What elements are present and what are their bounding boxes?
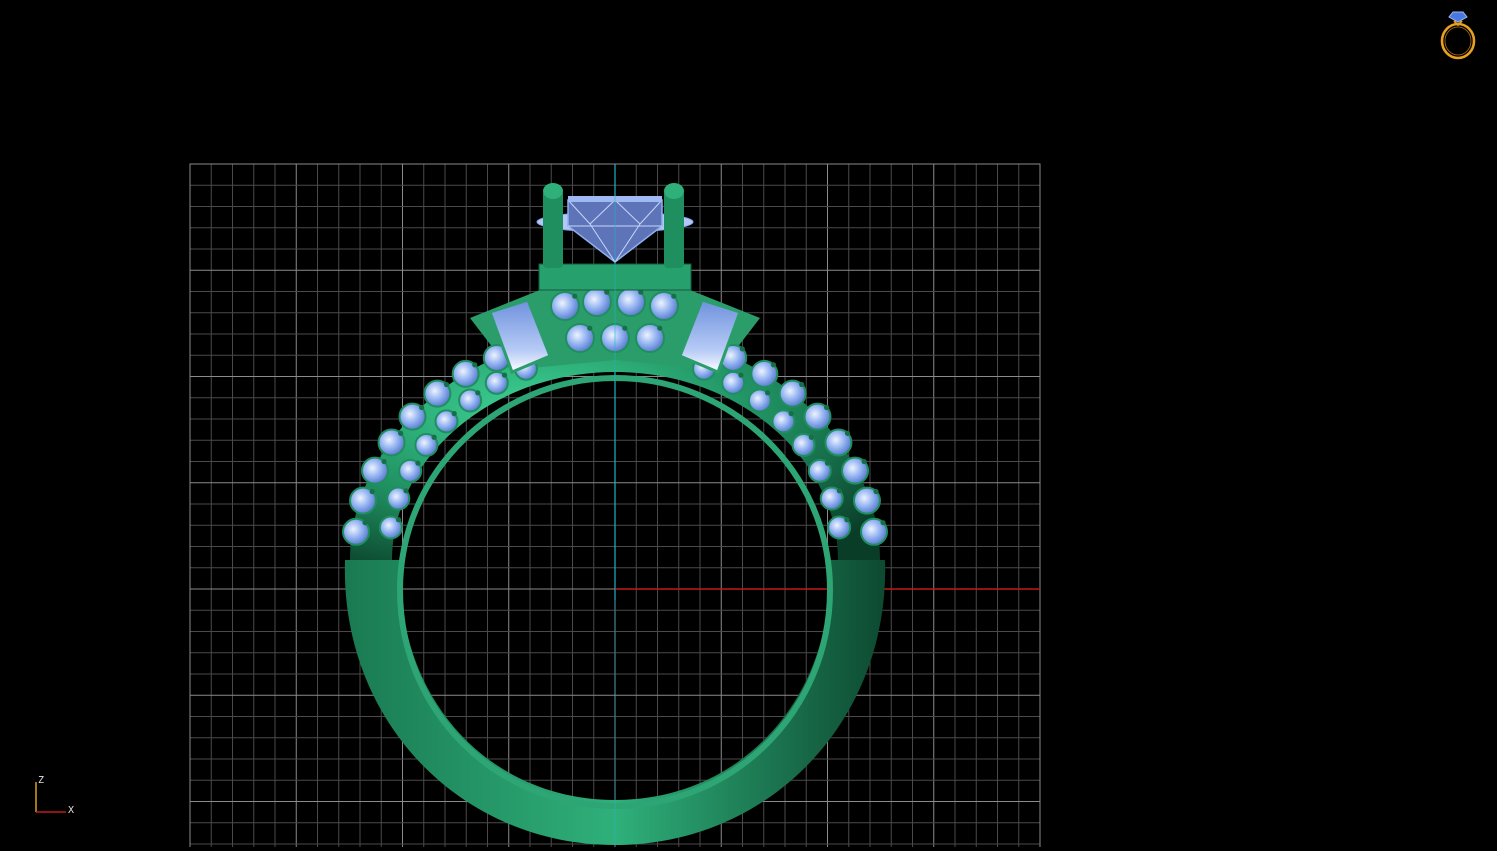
pave-bead <box>443 381 450 388</box>
pave-bead <box>419 404 425 411</box>
pave-bead <box>501 372 508 378</box>
pave-bead <box>622 325 628 331</box>
pave-bead <box>844 517 850 523</box>
pave-bead <box>836 488 843 494</box>
prong-left <box>543 190 563 268</box>
axis-x-label: X <box>68 805 74 816</box>
pave-bead <box>381 458 387 465</box>
pave-bead <box>657 325 663 331</box>
ring-logo-icon[interactable] <box>1437 8 1479 62</box>
pave-bead <box>861 458 867 465</box>
pave-bead <box>799 381 805 388</box>
pave-bead <box>738 372 744 378</box>
prong-tip-left <box>543 183 563 199</box>
pave-bead <box>880 520 886 526</box>
3d-viewport[interactable]: Z X <box>0 0 1497 851</box>
pave-bead <box>844 430 851 436</box>
pave-bead <box>395 517 402 523</box>
pave-bead <box>398 430 404 436</box>
viewport-canvas[interactable]: Z X <box>0 0 1497 851</box>
pave-bead <box>671 293 677 299</box>
pave-bead <box>403 488 409 494</box>
pave-bead <box>788 411 794 417</box>
pave-bead <box>475 390 481 396</box>
pave-bead <box>369 488 375 495</box>
axis-indicator: Z X <box>35 775 74 816</box>
pave-bead <box>823 404 830 411</box>
pave-bead <box>431 434 437 440</box>
pave-bead <box>770 362 777 368</box>
pave-bead <box>472 362 478 368</box>
prong-tip-right <box>664 183 684 199</box>
pave-bead <box>572 293 578 299</box>
pave-bead <box>739 346 745 352</box>
axis-z-label: Z <box>38 775 44 786</box>
pave-bead <box>764 390 771 396</box>
pave-bead <box>587 325 593 331</box>
pave-bead <box>415 460 421 466</box>
pave-bead <box>808 434 814 440</box>
prong-right <box>664 190 684 268</box>
pave-bead <box>451 411 457 417</box>
pave-bead <box>873 488 879 495</box>
pave-bead <box>824 460 831 466</box>
pave-bead <box>362 520 368 526</box>
